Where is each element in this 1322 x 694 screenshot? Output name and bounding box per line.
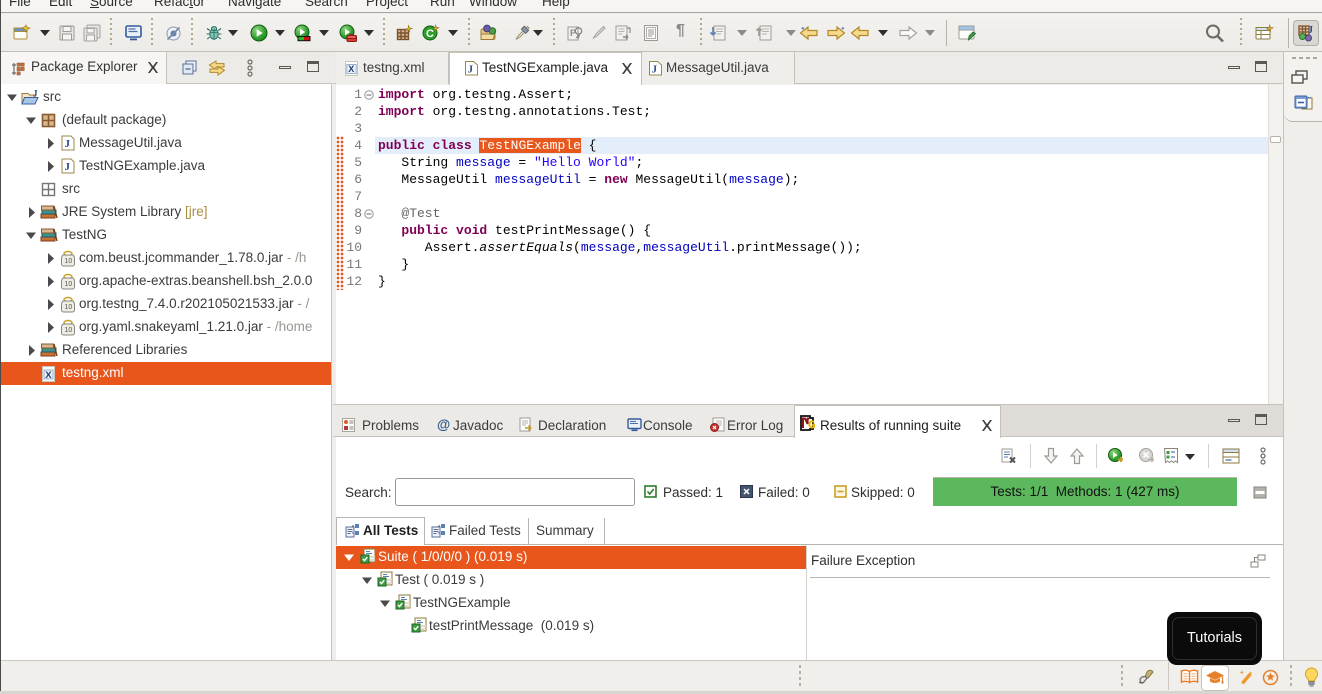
svg-text:J: J bbox=[65, 161, 71, 173]
svg-text:J: J bbox=[1308, 25, 1313, 36]
svg-text:X: X bbox=[45, 370, 52, 381]
svg-text:J: J bbox=[468, 65, 473, 76]
svg-text:X: X bbox=[348, 64, 354, 74]
svg-text:J: J bbox=[33, 89, 38, 99]
svg-text:J: J bbox=[65, 138, 71, 150]
svg-text:10: 10 bbox=[65, 304, 73, 311]
svg-text:10: 10 bbox=[65, 281, 73, 288]
svg-text:10: 10 bbox=[65, 327, 73, 334]
svg-text:10: 10 bbox=[65, 258, 73, 265]
svg-text:J: J bbox=[652, 65, 657, 76]
